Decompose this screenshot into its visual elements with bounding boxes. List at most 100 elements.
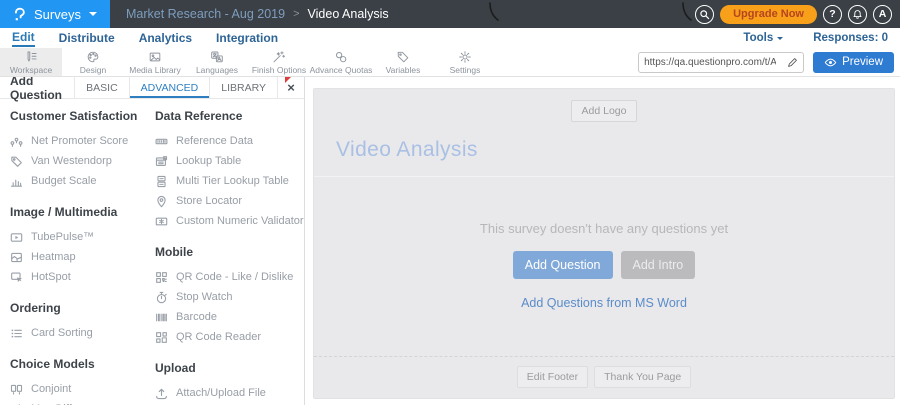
edit-footer-button[interactable]: Edit Footer bbox=[516, 366, 589, 388]
eye-icon bbox=[824, 58, 837, 66]
toolbar-item-media-library[interactable]: Media Library bbox=[124, 48, 186, 76]
notifications-button[interactable] bbox=[848, 4, 867, 24]
upload-arrow-icon bbox=[155, 387, 168, 400]
question-type-max-diff[interactable]: Max-Diff bbox=[10, 399, 155, 405]
add-intro-button[interactable]: Add Intro bbox=[620, 251, 696, 279]
toolbar-item-languages[interactable]: Languages bbox=[186, 48, 248, 76]
add-question-panel: Add Question BASIC ADVANCED LIBRARY × Cust… bbox=[0, 77, 305, 405]
question-type-tubepulse[interactable]: TubePulse™ bbox=[10, 227, 155, 247]
topbar-actions: Upgrade Now ? A bbox=[695, 4, 900, 24]
question-type-hotspot[interactable]: HotSpot bbox=[10, 267, 155, 287]
close-panel-button[interactable]: × bbox=[277, 77, 304, 98]
surveys-menu-button[interactable]: Surveys bbox=[0, 0, 110, 28]
stopwatch-icon bbox=[155, 291, 168, 304]
question-type-card-sorting[interactable]: Card Sorting bbox=[10, 323, 155, 343]
toolbar-item-design[interactable]: Design bbox=[62, 48, 124, 76]
chevron-down-icon bbox=[777, 36, 784, 43]
tools-dropdown[interactable]: Tools bbox=[743, 32, 784, 44]
panel-column-0: Customer Satisfaction Net Promoter Score V… bbox=[10, 105, 155, 405]
help-button[interactable]: ? bbox=[823, 4, 842, 24]
add-logo-button[interactable]: Add Logo bbox=[570, 100, 638, 122]
multi-tier-icon bbox=[155, 175, 168, 188]
search-icon bbox=[700, 9, 710, 19]
section-title: Image / Multimedia bbox=[10, 205, 118, 219]
close-icon: × bbox=[287, 80, 295, 95]
conjoint-cards-icon bbox=[10, 383, 23, 396]
upgrade-now-button[interactable]: Upgrade Now bbox=[720, 4, 817, 24]
design-icon bbox=[86, 50, 100, 64]
question-type-van-westendorp[interactable]: Van Westendorp bbox=[10, 151, 155, 171]
menu-bar: Edit Distribute Analytics Integration Tools… bbox=[0, 28, 900, 48]
survey-url-input[interactable] bbox=[639, 56, 782, 68]
question-type-conjoint[interactable]: Conjoint bbox=[10, 379, 155, 399]
add-question-button[interactable]: Add Question bbox=[512, 251, 613, 279]
empty-state: This survey doesn't have any questions y… bbox=[480, 221, 728, 310]
app-window: Surveys Market Research - Aug 2019 > Vid… bbox=[0, 0, 900, 405]
panel-title: Add Question bbox=[10, 77, 63, 102]
section-title: Mobile bbox=[155, 245, 193, 259]
avatar-glyph: A bbox=[878, 8, 887, 20]
toolbar-item-settings[interactable]: Settings bbox=[434, 48, 496, 76]
avatar[interactable]: A bbox=[873, 4, 892, 24]
tab-basic[interactable]: BASIC bbox=[74, 77, 129, 98]
finish-options-icon bbox=[272, 50, 286, 64]
question-type-lookup-table[interactable]: Lookup Table bbox=[155, 151, 304, 171]
toolbar-item-variables[interactable]: Variables bbox=[372, 48, 434, 76]
menu-item-edit[interactable]: Edit bbox=[12, 29, 35, 47]
search-button[interactable] bbox=[695, 4, 715, 24]
numeric-validator-icon bbox=[155, 215, 168, 228]
media-library-icon bbox=[148, 50, 162, 64]
question-type-store-locator[interactable]: Store Locator bbox=[155, 191, 304, 211]
question-type-qr-code-like-dislike[interactable]: QR Code - Like / Dislike bbox=[155, 267, 304, 287]
toolbar-item-advance-quotas[interactable]: Advance Quotas bbox=[310, 48, 372, 76]
question-type-barcode[interactable]: Barcode bbox=[155, 307, 304, 327]
tab-library[interactable]: LIBRARY bbox=[209, 77, 277, 98]
edit-toolbar: Workspace Design Media Library Languages Fin… bbox=[0, 48, 900, 77]
breadcrumb-parent[interactable]: Market Research - Aug 2019 bbox=[126, 7, 285, 21]
title-divider bbox=[314, 176, 894, 177]
menu-item-analytics[interactable]: Analytics bbox=[139, 30, 192, 46]
question-type-qr-code-reader[interactable]: QR Code Reader bbox=[155, 327, 304, 347]
question-type-net-promoter-score[interactable]: Net Promoter Score bbox=[10, 131, 155, 151]
chevron-down-icon bbox=[88, 12, 97, 20]
lookup-table-icon bbox=[155, 155, 168, 168]
survey-url-box bbox=[638, 51, 805, 73]
map-pin-icon bbox=[155, 195, 168, 208]
qr-code-icon bbox=[155, 271, 168, 284]
question-type-reference-data[interactable]: Reference Data bbox=[155, 131, 304, 151]
heatmap-image-icon bbox=[10, 251, 23, 264]
edit-url-button[interactable] bbox=[781, 53, 803, 72]
tab-advanced[interactable]: ADVANCED bbox=[128, 77, 210, 98]
menubar-items: Edit Distribute Analytics Integration bbox=[12, 29, 278, 47]
bar-chart-icon bbox=[10, 175, 23, 188]
toolbar-item-finish-options[interactable]: Finish Options bbox=[248, 48, 310, 76]
section-choice-models: Choice Models ConjointMax-Diff bbox=[10, 357, 155, 405]
question-type-heatmap[interactable]: Heatmap bbox=[10, 247, 155, 267]
section-mobile: Mobile QR Code - Like / Dislike Stop Watch… bbox=[155, 245, 304, 347]
cursor-click-icon bbox=[10, 271, 23, 284]
preview-button[interactable]: Preview bbox=[813, 51, 894, 73]
page-footer: Edit Footer Thank You Page bbox=[314, 356, 894, 398]
toolbar-items: Workspace Design Media Library Languages Fin… bbox=[0, 48, 496, 76]
responses-count[interactable]: Responses: 0 bbox=[813, 32, 888, 44]
barcode-icon bbox=[155, 311, 168, 324]
survey-title[interactable]: Video Analysis bbox=[336, 138, 478, 162]
question-type-budget-scale[interactable]: Budget Scale bbox=[10, 171, 155, 191]
toolbar-item-workspace[interactable]: Workspace bbox=[0, 48, 62, 76]
question-type-attach-upload-file[interactable]: Attach/Upload File bbox=[155, 383, 304, 403]
section-title: Choice Models bbox=[10, 357, 95, 371]
question-type-stop-watch[interactable]: Stop Watch bbox=[155, 287, 304, 307]
question-type-multi-tier-lookup-table[interactable]: Multi Tier Lookup Table bbox=[155, 171, 304, 191]
add-questions-ms-word-link[interactable]: Add Questions from MS Word bbox=[480, 296, 728, 310]
screen-artifact-curve bbox=[682, 2, 692, 21]
surveys-label: Surveys bbox=[34, 6, 81, 22]
variables-icon bbox=[396, 50, 410, 64]
video-play-icon bbox=[10, 231, 23, 244]
top-bar: Surveys Market Research - Aug 2019 > Vid… bbox=[0, 0, 900, 28]
menu-item-distribute[interactable]: Distribute bbox=[59, 30, 115, 46]
pencil-icon bbox=[787, 57, 797, 67]
screen-artifact-curve bbox=[489, 2, 499, 21]
thank-you-page-button[interactable]: Thank You Page bbox=[594, 366, 692, 388]
menu-item-integration[interactable]: Integration bbox=[216, 30, 278, 46]
question-type-custom-numeric-validator[interactable]: Custom Numeric Validator bbox=[155, 211, 304, 231]
